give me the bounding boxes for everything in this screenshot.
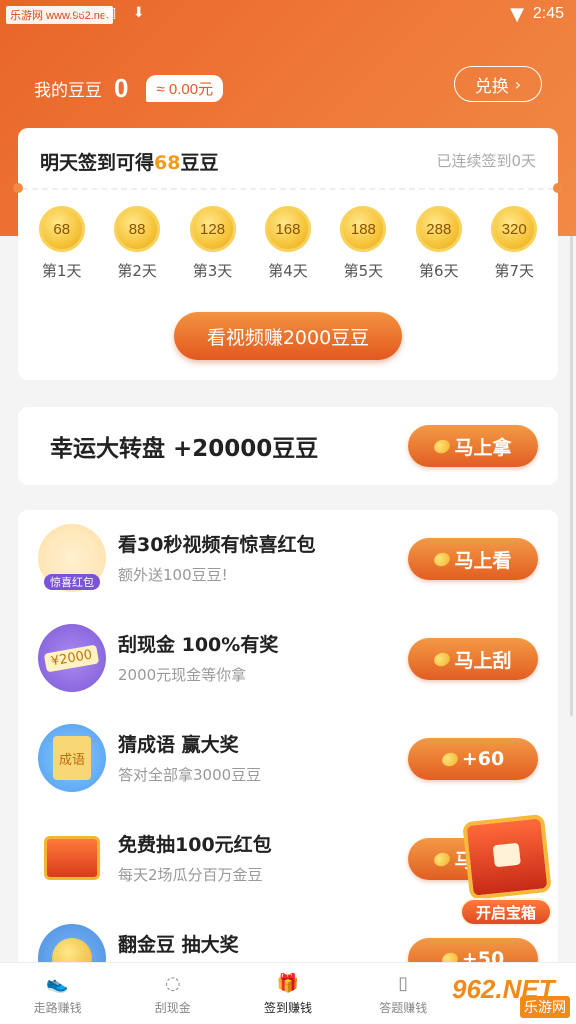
task-title: 翻金豆 抽大奖 xyxy=(118,934,239,956)
book-icon: ▯ xyxy=(398,973,409,994)
day-label: 第6天 xyxy=(419,262,459,280)
gift-icon: 🎁 xyxy=(276,973,300,994)
card-notch-left xyxy=(13,183,23,193)
signin-day: 68 第1天 xyxy=(32,206,92,281)
lucky-wheel-button[interactable]: 马上拿 xyxy=(408,425,538,467)
task-title: 刮现金 100%有奖 xyxy=(118,634,279,656)
bean-icon xyxy=(432,650,453,668)
shoe-icon: 👟 xyxy=(46,973,69,994)
status-bar: 乐游网 www.962.net ✉ ▣ ⬇ ▼ 2:45 xyxy=(0,0,576,28)
nav-label: 签到赚钱 xyxy=(264,1000,313,1015)
nav-item-scratch[interactable]: ◌ 刮现金 xyxy=(115,963,230,1024)
icon-tag: ¥2000 xyxy=(44,644,100,672)
task-subtitle: 每天2场瓜分百万金豆 xyxy=(118,866,263,884)
signin-streak: 已连续签到0天 xyxy=(436,152,536,170)
task-subtitle: 2000元现金等你拿 xyxy=(118,666,247,684)
task-button-label: 马上刮 xyxy=(454,649,512,672)
exchange-button[interactable]: 兑换 › xyxy=(454,66,542,102)
red-packet-icon: 惊喜红包 xyxy=(38,524,106,592)
chest-shape xyxy=(44,836,100,880)
signin-title: 明天签到可得68豆豆 xyxy=(40,148,218,175)
open-treasure-button[interactable]: 开启宝箱 xyxy=(458,812,554,930)
coin-icon: 128 xyxy=(189,206,236,252)
watermark-site: 乐游网 xyxy=(520,996,570,1018)
task-item: 成语 猜成语 赢大奖 答对全部拿3000豆豆 +60 xyxy=(18,710,558,810)
bean-icon xyxy=(432,437,453,455)
signin-title-suffix: 豆豆 xyxy=(180,152,219,174)
task-button-label: 马上看 xyxy=(454,549,512,572)
nav-item-walk[interactable]: 👟 走路赚钱 xyxy=(0,963,115,1024)
bean-icon xyxy=(440,750,460,768)
task-button[interactable]: 马上刮 xyxy=(408,638,538,680)
card-notch-right xyxy=(553,183,563,193)
bean-icon xyxy=(432,850,453,868)
signin-day: 288 第6天 xyxy=(409,206,469,281)
bean-count: 0 xyxy=(114,72,129,103)
day-label: 第5天 xyxy=(343,262,384,280)
task-title: 免费抽100元红包 xyxy=(118,834,272,856)
coin-icon: 320 xyxy=(491,206,538,252)
task-button[interactable]: +60 xyxy=(408,738,538,780)
lucky-wheel-button-label: 马上拿 xyxy=(454,436,512,459)
wifi-icon: ▼ xyxy=(510,4,524,25)
scrollbar[interactable] xyxy=(570,236,573,716)
task-title: 猜成语 赢大奖 xyxy=(118,734,239,756)
icon-tag: 成语 xyxy=(53,736,91,780)
signin-title-prefix: 明天签到可得 xyxy=(40,152,155,174)
signin-day: 88 第2天 xyxy=(107,206,167,281)
lucky-wheel-card: 幸运大转盘 +20000豆豆 马上拿 xyxy=(18,407,558,485)
day-label: 第7天 xyxy=(494,262,534,280)
lucky-wheel-title: 幸运大转盘 +20000豆豆 xyxy=(50,436,319,462)
day-label: 第2天 xyxy=(117,262,157,280)
icon-tag: 惊喜红包 xyxy=(44,574,100,590)
tasks-card: 惊喜红包 看30秒视频有惊喜红包 额外送100豆豆! 马上看 ¥2000 刮现金… xyxy=(18,510,558,1010)
task-button-label: +60 xyxy=(461,748,505,770)
watch-video-button[interactable]: 看视频赚2000豆豆 xyxy=(174,312,402,360)
bean-icon: ◌ xyxy=(164,973,181,994)
idiom-book-icon: 成语 xyxy=(38,724,106,792)
signin-day: 128 第3天 xyxy=(183,206,243,281)
notification-icons: ✉ ▣ ⬇ xyxy=(75,5,151,21)
coin-icon: 188 xyxy=(340,206,387,252)
bean-label: 我的豆豆 xyxy=(34,80,102,101)
task-item: ¥2000 刮现金 100%有奖 2000元现金等你拿 马上刮 xyxy=(18,610,558,710)
day-label: 第4天 xyxy=(268,262,308,280)
nav-item-quiz[interactable]: ▯ 答题赚钱 xyxy=(346,963,461,1024)
nav-item-signin[interactable]: 🎁 签到赚钱 xyxy=(230,963,345,1024)
signin-days: 68 第1天 88 第2天 128 第3天 168 第4天 188 第5天 28… xyxy=(18,206,558,281)
scratch-card-icon: ¥2000 xyxy=(38,624,106,692)
coin-icon: 88 xyxy=(114,206,161,252)
divider xyxy=(22,188,554,190)
site-watermark: 962.NET 乐游网 xyxy=(452,972,570,1018)
bean-icon xyxy=(432,550,453,568)
signin-day: 320 第7天 xyxy=(484,206,544,281)
signin-day: 188 第5天 xyxy=(333,206,393,281)
day-label: 第3天 xyxy=(192,262,233,280)
status-time: 2:45 xyxy=(532,5,564,22)
nav-label: 走路赚钱 xyxy=(33,1000,82,1015)
day-label: 第1天 xyxy=(41,262,82,280)
coin-icon: 168 xyxy=(264,206,311,252)
treasure-chest-icon xyxy=(38,824,106,892)
chevron-right-icon: › xyxy=(514,74,522,94)
nav-label: 刮现金 xyxy=(154,1000,191,1015)
open-treasure-label: 开启宝箱 xyxy=(460,898,552,926)
coin-icon: 68 xyxy=(38,206,85,252)
bean-balance: 我的豆豆 0 ≈ 0.00元 xyxy=(34,70,224,106)
treasure-chest-icon xyxy=(462,813,552,901)
signin-title-amount: 68 xyxy=(154,152,181,174)
cash-value: ≈ 0.00元 xyxy=(146,74,224,102)
coin-icon: 288 xyxy=(415,206,462,252)
task-button[interactable]: 马上看 xyxy=(408,538,538,580)
task-title: 看30秒视频有惊喜红包 xyxy=(118,534,316,556)
signin-card: 明天签到可得68豆豆 已连续签到0天 68 第1天 88 第2天 128 第3天… xyxy=(13,128,563,380)
task-item: 惊喜红包 看30秒视频有惊喜红包 额外送100豆豆! 马上看 xyxy=(18,510,558,610)
nav-label: 答题赚钱 xyxy=(379,1000,428,1015)
exchange-label: 兑换 xyxy=(474,76,509,97)
signin-day: 168 第4天 xyxy=(258,206,318,281)
task-subtitle: 额外送100豆豆! xyxy=(118,566,228,584)
task-subtitle: 答对全部拿3000豆豆 xyxy=(118,766,262,784)
